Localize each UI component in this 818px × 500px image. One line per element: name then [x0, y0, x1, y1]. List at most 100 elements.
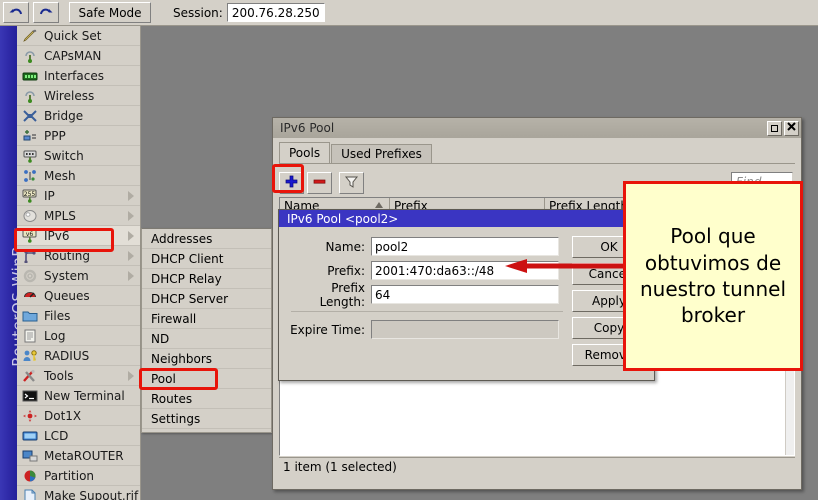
pool-dialog-titlebar[interactable]: IPv6 Pool <pool2> [279, 210, 654, 227]
pool-dialog-body: Name:pool2Prefix:2001:470:da63::/48Prefi… [279, 227, 654, 380]
redo-button[interactable] [33, 2, 59, 23]
queues-icon [22, 289, 38, 303]
remove-pool-button[interactable] [307, 172, 332, 194]
sidebar-item-mesh[interactable]: Mesh [17, 166, 140, 186]
session-value-field[interactable]: 200.76.28.250 [227, 3, 325, 22]
apply-button-label: Apply [592, 294, 626, 308]
sidebar-item-label: Switch [44, 149, 84, 163]
sidebar-item-routing[interactable]: Routing [17, 246, 140, 266]
ip-255-icon: 255 [22, 189, 38, 203]
sidebar-item-label: New Terminal [44, 389, 125, 403]
submenu-item-dhcp-relay[interactable]: DHCP Relay [142, 269, 271, 289]
submenu-item-neighbors[interactable]: Neighbors [142, 349, 271, 369]
bridge-icon [22, 109, 38, 123]
sidebar-item-system[interactable]: System [17, 266, 140, 286]
top-toolbar: Safe Mode Session: 200.76.28.250 [0, 0, 818, 26]
sidebar-item-make-supout-rif[interactable]: Make Supout.rif [17, 486, 140, 500]
undo-button[interactable] [3, 2, 29, 23]
tab-used-prefixes[interactable]: Used Prefixes [331, 144, 432, 163]
prefix-label: Prefix: [287, 264, 371, 278]
minus-icon [312, 174, 327, 192]
chevron-right-icon [128, 231, 134, 241]
winbox-application: Safe Mode Session: 200.76.28.250 RouterO… [0, 0, 818, 500]
copy-button-label: Copy [594, 321, 624, 335]
sidebar-item-ppp[interactable]: PPP [17, 126, 140, 146]
submenu-item-firewall[interactable]: Firewall [142, 309, 271, 329]
prefix-input[interactable]: 2001:470:da63::/48 [371, 261, 559, 280]
sidebar-item-tools[interactable]: Tools [17, 366, 140, 386]
tab-pools[interactable]: Pools [279, 142, 330, 163]
sidebar-item-label: PPP [44, 129, 66, 143]
sidebar-item-new-terminal[interactable]: New Terminal [17, 386, 140, 406]
submenu-item-pool[interactable]: Pool [142, 369, 271, 389]
sidebar-item-dot1x[interactable]: Dot1X [17, 406, 140, 426]
mpls-icon [22, 209, 38, 223]
chevron-right-icon [128, 371, 134, 381]
submenu-item-addresses[interactable]: Addresses [142, 229, 271, 249]
sidebar-item-switch[interactable]: Switch [17, 146, 140, 166]
sidebar-item-quick-set[interactable]: Quick Set [17, 26, 140, 46]
partition-icon [22, 469, 38, 483]
sort-ascending-icon [375, 202, 383, 208]
main-menu: Quick SetCAPsMAN Interfaces Wireless Bridge… [17, 26, 141, 500]
sidebar-item-log[interactable]: Log [17, 326, 140, 346]
sidebar-item-label: IP [44, 189, 55, 203]
chevron-right-icon [128, 251, 134, 261]
sidebar-item-metarouter[interactable]: MetaROUTER [17, 446, 140, 466]
filter-button[interactable] [339, 172, 364, 194]
undo-arrow-icon [8, 6, 24, 20]
sidebar-item-label: Routing [44, 249, 90, 263]
sidebar-item-bridge[interactable]: Bridge [17, 106, 140, 126]
sidebar-item-label: Tools [44, 369, 74, 383]
submenu-item-label: DHCP Relay [151, 272, 222, 286]
sidebar-item-label: Files [44, 309, 70, 323]
tab-underline [279, 163, 795, 164]
pool-dialog-title: IPv6 Pool <pool2> [287, 212, 398, 226]
routing-icon [22, 249, 38, 263]
add-pool-button[interactable] [279, 172, 304, 194]
sidebar-item-label: Interfaces [44, 69, 104, 83]
ipv6-pool-titlebar[interactable]: IPv6 Pool [273, 118, 801, 138]
submenu-item-routes[interactable]: Routes [142, 389, 271, 409]
close-button[interactable] [784, 121, 799, 136]
submenu-item-nd[interactable]: ND [142, 329, 271, 349]
sidebar-item-ipv6[interactable]: v6 IPv6 [17, 226, 140, 246]
sidebar-item-interfaces[interactable]: Interfaces [17, 66, 140, 86]
sidebar-item-ip[interactable]: 255 IP [17, 186, 140, 206]
winbox-brand-label: RouterOS WinBox [9, 197, 17, 397]
expire-time-input[interactable] [371, 320, 559, 339]
sidebar-item-queues[interactable]: Queues [17, 286, 140, 306]
submenu-item-label: Firewall [151, 312, 196, 326]
lcd-icon [22, 429, 38, 443]
sidebar-item-label: Wireless [44, 89, 94, 103]
sidebar-item-partition[interactable]: Partition [17, 466, 140, 486]
sidebar-item-mpls[interactable]: MPLS [17, 206, 140, 226]
submenu-item-dhcp-client[interactable]: DHCP Client [142, 249, 271, 269]
tab-label: Used Prefixes [341, 147, 422, 161]
sidebar-item-lcd[interactable]: LCD [17, 426, 140, 446]
sidebar-item-label: RADIUS [44, 349, 89, 363]
name-value: pool2 [375, 240, 408, 254]
chevron-right-icon [128, 211, 134, 221]
submenu-item-label: Routes [151, 392, 192, 406]
sidebar-item-capsman[interactable]: CAPsMAN [17, 46, 140, 66]
tab-label: Pools [289, 146, 320, 160]
ppp-icon [22, 129, 38, 143]
maximize-button[interactable] [767, 121, 782, 136]
sidebar-item-files[interactable]: Files [17, 306, 140, 326]
sidebar-item-label: IPv6 [44, 229, 70, 243]
svg-text:v6: v6 [26, 231, 34, 238]
expire-time-label: Expire Time: [287, 323, 371, 337]
safe-mode-button[interactable]: Safe Mode [69, 2, 151, 23]
redo-arrow-icon [38, 6, 54, 20]
sidebar-item-radius[interactable]: RADIUS [17, 346, 140, 366]
sidebar-item-label: Partition [44, 469, 94, 483]
submenu-item-settings[interactable]: Settings [142, 409, 271, 429]
dot1x-icon [22, 409, 38, 423]
sidebar-item-label: MetaROUTER [44, 449, 124, 463]
submenu-item-label: DHCP Client [151, 252, 223, 266]
sidebar-item-wireless[interactable]: Wireless [17, 86, 140, 106]
submenu-item-dhcp-server[interactable]: DHCP Server [142, 289, 271, 309]
prefix-length-input[interactable]: 64 [371, 285, 559, 304]
name-input[interactable]: pool2 [371, 237, 559, 256]
